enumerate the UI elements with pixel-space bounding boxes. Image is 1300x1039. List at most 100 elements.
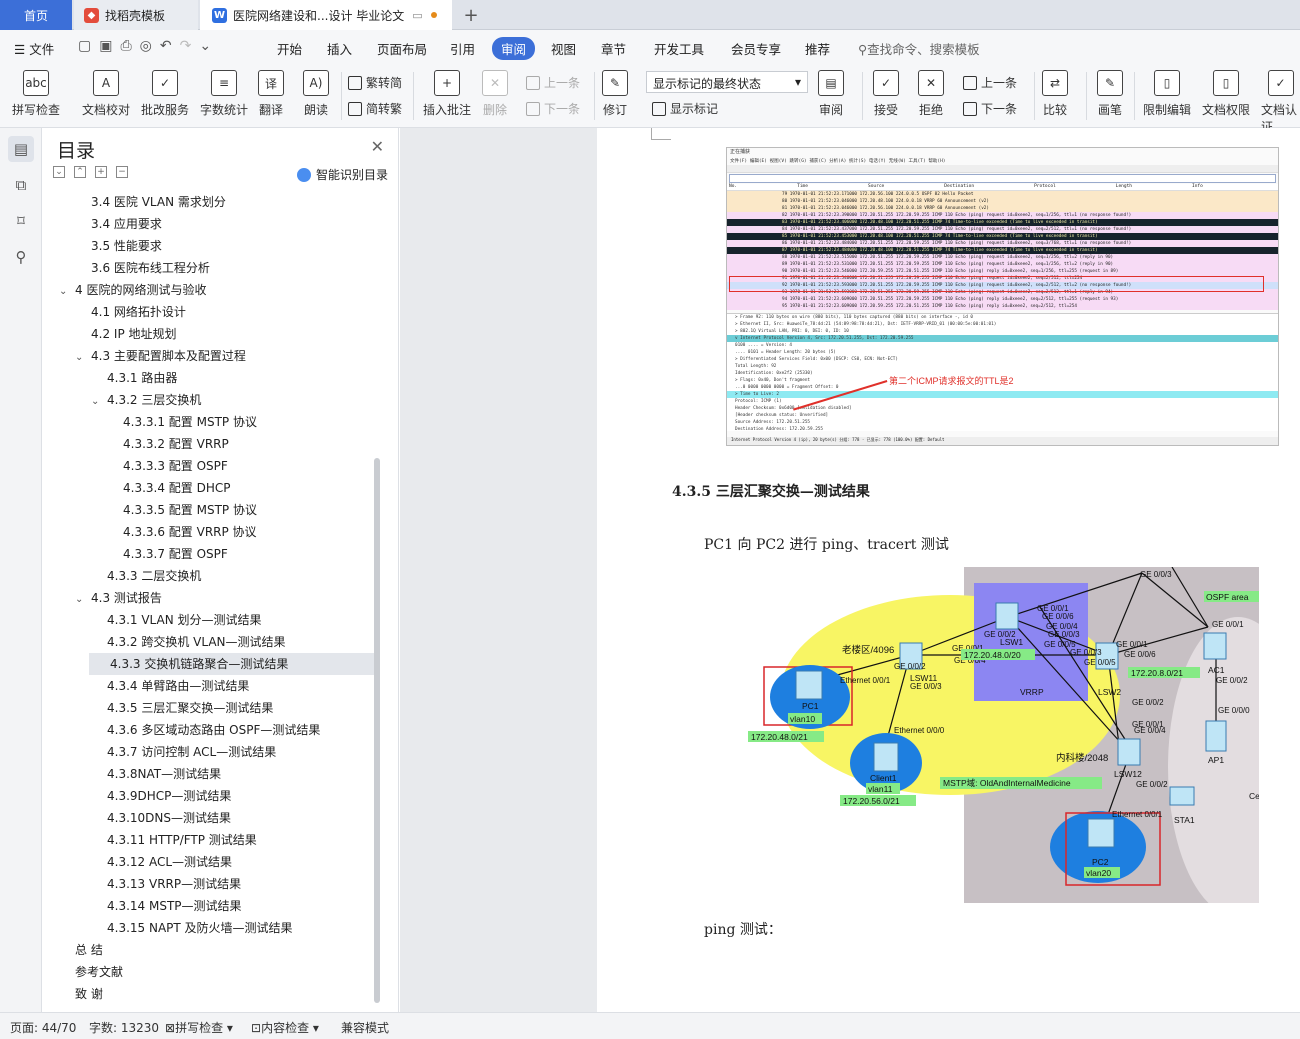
status-spell-check[interactable]: ⊠拼写检查 ▾ bbox=[165, 1019, 233, 1036]
export-icon[interactable]: ▣ bbox=[99, 38, 112, 54]
insert-comment-button[interactable]: + 插入批注 bbox=[423, 70, 471, 118]
menu-start[interactable]: 开始 bbox=[277, 39, 302, 58]
redo-icon[interactable]: ↷ bbox=[180, 38, 192, 54]
toc-item[interactable]: 3.6 医院布线工程分析 bbox=[91, 257, 210, 279]
read-aloud-button[interactable]: A) 朗读 bbox=[303, 70, 329, 118]
toc-item[interactable]: 4.1 网络拓扑设计 bbox=[91, 301, 186, 323]
trad-to-simp-button[interactable]: 繁转简 bbox=[348, 74, 402, 91]
chevron-down-icon[interactable]: ⌄ bbox=[75, 347, 91, 369]
search-icon[interactable]: ⚲ bbox=[8, 244, 34, 270]
toc-panel-icon[interactable]: ▤ bbox=[8, 136, 34, 162]
toc-item[interactable]: 致 谢 bbox=[75, 983, 103, 1005]
doc-auth-button[interactable]: ✓ 文档认证 bbox=[1261, 70, 1300, 135]
review-pane-button[interactable]: ▤ 审阅 bbox=[818, 70, 844, 118]
toc-item[interactable]: 4.3.3 二层交换机 bbox=[107, 565, 201, 587]
toc-item[interactable]: 4.3.13 VRRP—测试结果 bbox=[107, 873, 241, 895]
accept-button[interactable]: ✓ 接受 bbox=[873, 70, 899, 118]
spell-check-button[interactable]: abc 拼写检查 bbox=[12, 70, 60, 118]
menu-insert[interactable]: 插入 bbox=[327, 39, 352, 58]
toc-item[interactable]: 4.3.2 跨交换机 VLAN—测试结果 bbox=[107, 631, 286, 653]
tab-document[interactable]: W 医院网络建设和...设计 毕业论文 ▭ bbox=[200, 0, 452, 30]
toc-scrollbar[interactable] bbox=[374, 458, 380, 1003]
new-tab-button[interactable]: + bbox=[458, 0, 484, 30]
menu-layout[interactable]: 页面布局 bbox=[377, 39, 427, 58]
toc-item[interactable]: 4.3.3.2 配置 VRRP bbox=[123, 433, 229, 455]
doc-rights-button[interactable]: ▯ 文档权限 bbox=[1202, 70, 1250, 118]
prev-change-button[interactable]: 上一条 bbox=[963, 74, 1017, 91]
pen-button[interactable]: ✎ 画笔 bbox=[1097, 70, 1123, 118]
remove-heading-icon[interactable]: − bbox=[116, 166, 128, 178]
menu-chapter[interactable]: 章节 bbox=[601, 39, 626, 58]
toc-item[interactable]: ⌄ 4 医院的网络测试与验收 bbox=[59, 279, 206, 301]
save-icon[interactable]: ▢ bbox=[78, 38, 91, 54]
collapse-icon[interactable]: ⌄ bbox=[53, 166, 65, 178]
word-count-button[interactable]: ≡ 字数统计 bbox=[200, 70, 248, 118]
chevron-down-icon[interactable]: ⌄ bbox=[91, 391, 107, 413]
simp-to-trad-button[interactable]: 简转繁 bbox=[348, 100, 402, 117]
more-icon[interactable]: ⌄ bbox=[199, 38, 211, 54]
expand-icon[interactable]: ⌃ bbox=[74, 166, 86, 178]
toc-item[interactable]: 3.4 医院 VLAN 需求划分 bbox=[91, 191, 226, 213]
translate-button[interactable]: 译翻译 bbox=[258, 70, 284, 118]
toc-item[interactable]: 4.3.3.5 配置 MSTP 协议 bbox=[123, 499, 257, 521]
next-change-button[interactable]: 下一条 bbox=[963, 100, 1017, 117]
delete-comment-button[interactable]: ✕ 删除 bbox=[482, 70, 508, 118]
toc-item[interactable]: 4.3.15 NAPT 及防火墙—测试结果 bbox=[107, 917, 293, 939]
tab-home[interactable]: 首页 bbox=[0, 0, 72, 30]
command-search[interactable]: ⚲查找命令、搜索模板 bbox=[858, 39, 980, 58]
toc-item[interactable]: 4.3.3.4 配置 DHCP bbox=[123, 477, 231, 499]
toc-item[interactable]: 4.3.1 VLAN 划分—测试结果 bbox=[107, 609, 262, 631]
add-heading-icon[interactable]: + bbox=[95, 166, 107, 178]
word-count[interactable]: 字数: 13230 bbox=[89, 1019, 159, 1036]
toc-item[interactable]: 4.3.3.7 配置 OSPF bbox=[123, 543, 228, 565]
toc-item[interactable]: 4.3.4 单臂路由—测试结果 bbox=[107, 675, 249, 697]
smart-toc-button[interactable]: 智能识别目录 bbox=[296, 166, 388, 183]
status-content-check[interactable]: ⊡内容检查 ▾ bbox=[251, 1019, 319, 1036]
menu-recommend[interactable]: 推荐 bbox=[805, 39, 830, 58]
toc-item[interactable]: 4.3.9DHCP—测试结果 bbox=[107, 785, 231, 807]
toc-item[interactable]: 4.3.8NAT—测试结果 bbox=[107, 763, 221, 785]
menu-reference[interactable]: 引用 bbox=[450, 39, 475, 58]
markup-state-select[interactable]: 显示标记的最终状态 ▾ bbox=[646, 71, 808, 93]
toc-item[interactable]: 4.3.3.1 配置 MSTP 协议 bbox=[123, 411, 257, 433]
chevron-down-icon[interactable]: ⌄ bbox=[75, 589, 91, 611]
track-changes-button[interactable]: ✎ 修订 bbox=[602, 70, 628, 118]
toc-item[interactable]: 4.2 IP 地址规划 bbox=[91, 323, 177, 345]
menu-member[interactable]: 会员专享 bbox=[731, 39, 781, 58]
menu-developer[interactable]: 开发工具 bbox=[654, 39, 704, 58]
toc-item[interactable]: 3.5 性能要求 bbox=[91, 235, 162, 257]
toc-item[interactable]: 4.3.10DNS—测试结果 bbox=[107, 807, 231, 829]
chevron-down-icon[interactable]: ⌄ bbox=[59, 281, 75, 303]
toc-item[interactable]: 4.3.3.6 配置 VRRP 协议 bbox=[123, 521, 257, 543]
toc-item[interactable]: 4.3.11 HTTP/FTP 测试结果 bbox=[107, 829, 257, 851]
toc-item[interactable]: 总 结 bbox=[75, 939, 103, 961]
toc-item[interactable]: ⌄ 4.3 测试报告 bbox=[75, 587, 162, 609]
toc-item[interactable]: 4.3.6 多区域动态路由 OSPF—测试结果 bbox=[107, 719, 320, 741]
toc-item[interactable]: 4.3.3.3 配置 OSPF bbox=[123, 455, 228, 477]
reject-button[interactable]: ✕ 拒绝 bbox=[918, 70, 944, 118]
toc-item[interactable]: 4.3.1 路由器 bbox=[107, 367, 177, 389]
toc-item[interactable]: ⌄ 4.3 主要配置脚本及配置过程 bbox=[75, 345, 246, 367]
toc-item[interactable]: ⌄ 4.3.2 三层交换机 bbox=[91, 389, 201, 411]
toc-item[interactable]: 4.3.5 三层汇聚交换—测试结果 bbox=[107, 697, 273, 719]
show-markup-button[interactable]: 显示标记 bbox=[652, 100, 718, 117]
doc-proof-button[interactable]: A 文档校对 bbox=[82, 70, 130, 118]
batch-correct-button[interactable]: ✓ 批改服务 bbox=[141, 70, 189, 118]
next-comment-button[interactable]: 下一条 bbox=[526, 100, 580, 117]
close-icon[interactable]: ✕ bbox=[371, 137, 384, 156]
toc-item[interactable]: 4.3.7 访问控制 ACL—测试结果 bbox=[107, 741, 276, 763]
toc-item[interactable]: 4.3.12 ACL—测试结果 bbox=[107, 851, 232, 873]
toc-item[interactable]: 3.4 应用要求 bbox=[91, 213, 162, 235]
menu-review[interactable]: 审阅 bbox=[492, 37, 536, 60]
file-menu[interactable]: ☰ 文件 bbox=[14, 39, 54, 58]
toc-item[interactable]: 参考文献 bbox=[75, 961, 123, 983]
chapter-nav-icon[interactable]: ⧉ bbox=[8, 172, 34, 198]
print-icon[interactable]: ⎙ bbox=[120, 38, 131, 54]
bookmark-icon[interactable]: ⌑ bbox=[8, 208, 34, 234]
pin-icon[interactable]: ▭ bbox=[412, 9, 422, 22]
preview-icon[interactable]: ◎ bbox=[140, 38, 152, 54]
menu-view[interactable]: 视图 bbox=[551, 39, 576, 58]
restrict-edit-button[interactable]: ▯ 限制编辑 bbox=[1143, 70, 1191, 118]
compare-button[interactable]: ⇄ 比较 bbox=[1042, 70, 1068, 118]
undo-icon[interactable]: ↶ bbox=[160, 38, 172, 54]
